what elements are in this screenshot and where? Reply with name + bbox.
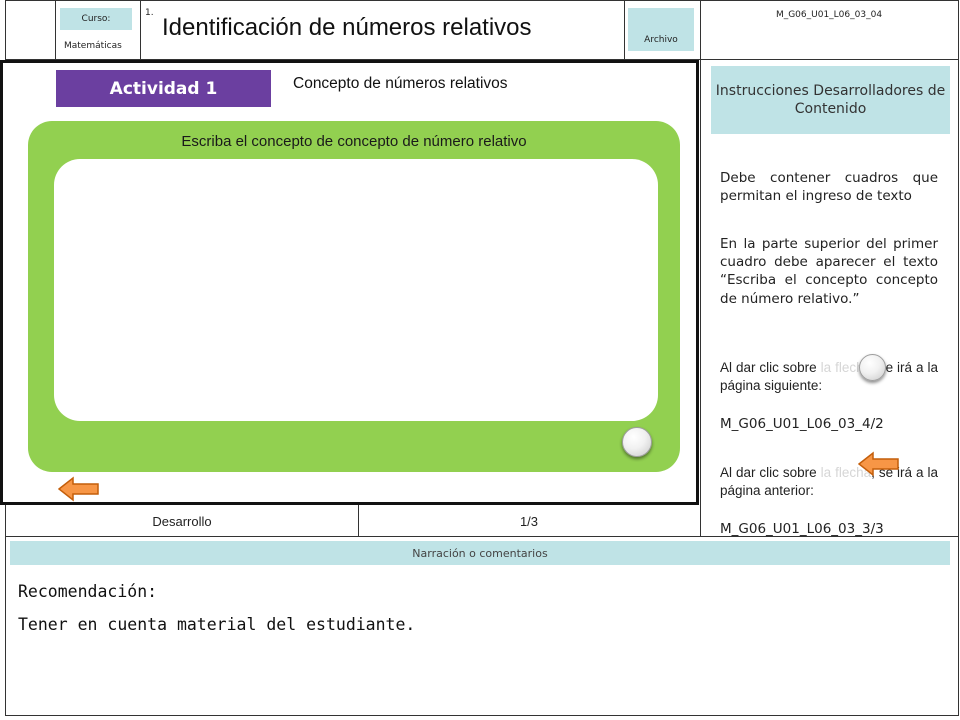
table-border-right [958, 0, 959, 716]
instruction-text-4: Al dar clic sobre la flecha, se irá a la… [720, 464, 938, 500]
course-name: Matemáticas [64, 41, 122, 51]
answer-prompt: Escriba el concepto de concepto de númer… [181, 133, 527, 150]
course-label: Curso: [60, 8, 132, 30]
back-arrow-button[interactable] [58, 476, 100, 502]
left-arrow-icon [58, 476, 99, 502]
activity-badge: Actividad 1 [56, 70, 271, 107]
header-col-1 [55, 0, 56, 60]
next-button[interactable] [622, 427, 652, 457]
section-label: Desarrollo [152, 514, 212, 529]
instruction-text-1: Debe contener cuadros que permitan el in… [720, 170, 938, 205]
instruction-4-start: Al dar clic sobre [720, 465, 817, 480]
recommendation-title: Recomendación: [18, 582, 158, 601]
resource-code: M_G06_U01_L06_03_04 [775, 10, 883, 20]
back-arrow-sample [858, 451, 899, 477]
narration-header: Narración o comentarios [10, 541, 950, 565]
answer-panel: Escriba el concepto de concepto de númer… [28, 121, 680, 472]
next-page-code: M_G06_U01_L06_03_4/2 [720, 416, 884, 432]
recommendation-text: Tener en cuenta material del estudiante. [18, 615, 416, 634]
page-title: Identificación de números relativos [162, 14, 532, 41]
next-button-sample-icon [859, 354, 886, 381]
instruction-3-start: Al dar clic sobre [720, 360, 817, 375]
right-col-divider [700, 60, 701, 536]
header-col-2 [140, 0, 141, 60]
instruction-text-2: En la parte superior del primer cuadro d… [720, 236, 938, 307]
file-label: Archivo [628, 8, 694, 51]
header-col-4 [700, 0, 701, 60]
table-border-bottom [5, 715, 959, 716]
header-col-3 [624, 0, 625, 60]
page-indicator: 1/3 [519, 514, 539, 529]
answer-input[interactable] [54, 159, 658, 421]
concept-title: Concepto de números relativos [293, 75, 508, 92]
instructions-header: Instrucciones Desarrolladores de Conteni… [711, 66, 950, 134]
table-border-top [5, 0, 959, 1]
previous-page-code: M_G06_U01_L06_03_3/3 [720, 521, 884, 537]
lesson-number: 1. [145, 8, 154, 18]
left-arrow-icon [858, 451, 899, 477]
instruction-text-3: Al dar clic sobre la flecha, se irá a la… [720, 359, 938, 395]
